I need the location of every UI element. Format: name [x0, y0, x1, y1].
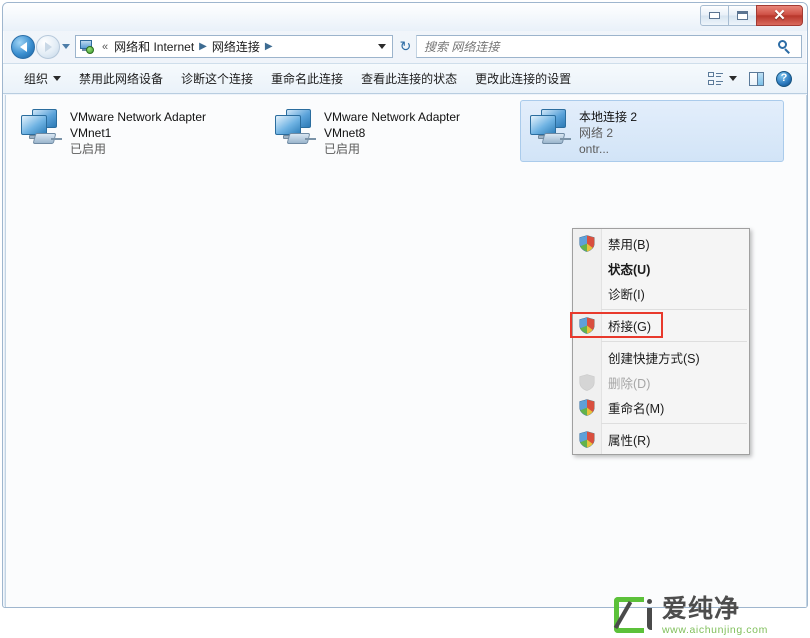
- menu-item-label: 桥接(G): [608, 320, 652, 334]
- toolbar-item-rename[interactable]: 重命名此连接: [262, 66, 352, 91]
- address-dropdown-icon[interactable]: [378, 44, 386, 49]
- watermark-url: www.aichunjing.com: [662, 623, 768, 636]
- network-adapter-icon: [527, 107, 573, 147]
- address-bar[interactable]: « 网络和 Internet ▶ 网络连接 ▶: [75, 35, 393, 58]
- help-button[interactable]: ?: [771, 68, 797, 90]
- menu-item-label: 创建快捷方式(S): [608, 352, 700, 366]
- explorer-window: ✕ « 网络和 Internet ▶ 网络连接 ▶ ↻ 搜索 网络连接 组织 禁…: [2, 2, 808, 608]
- watermark: 爱纯净 www.aichunjing.com: [613, 594, 804, 638]
- shield-icon: [579, 399, 595, 416]
- refresh-button[interactable]: ↻: [396, 37, 415, 56]
- connection-name-line2: VMnet1: [70, 126, 112, 140]
- toolbar-item-view-status[interactable]: 查看此连接的状态: [352, 66, 466, 91]
- search-input[interactable]: [417, 38, 766, 55]
- toolbar-label: 查看此连接的状态: [361, 72, 458, 86]
- menu-item-label: 禁用(B): [608, 238, 650, 252]
- context-menu[interactable]: 禁用(B) 状态(U) 诊断(I) 桥接(G) 创建快捷方式(S) 删除(D) …: [572, 228, 750, 455]
- connection-name: VMware Network Adapter: [70, 110, 207, 124]
- toolbar-item-change-settings[interactable]: 更改此连接的设置: [466, 66, 580, 91]
- toolbar-right-group: ?: [703, 68, 807, 90]
- list-item-text: 本地连接 2 网络 2 ontr...: [579, 107, 637, 157]
- refresh-icon: ↻: [399, 38, 412, 54]
- arrow-left-icon: [19, 42, 27, 52]
- help-icon: ?: [776, 70, 792, 87]
- breadcrumb-chevron-icon[interactable]: ▶: [265, 41, 273, 52]
- menu-item-properties[interactable]: 属性(R): [573, 427, 749, 452]
- toolbar-label: 重命名此连接: [271, 72, 344, 86]
- chevron-down-icon[interactable]: [62, 44, 70, 49]
- toolbar-label: 诊断这个连接: [181, 72, 254, 86]
- connections-list: VMware Network Adapter VMnet1 已启用 VMware…: [5, 95, 807, 607]
- menu-separator: [601, 423, 747, 424]
- connection-detail: ontr...: [579, 142, 610, 156]
- menu-item-status[interactable]: 状态(U): [573, 256, 749, 281]
- connection-status: 网络 2: [579, 126, 614, 140]
- breadcrumb-item-network-connections[interactable]: 网络连接: [210, 37, 262, 56]
- breadcrumb-item-network-internet[interactable]: 网络和 Internet: [112, 37, 196, 56]
- toolbar-label: 组织: [24, 72, 49, 86]
- network-icon: [79, 39, 95, 55]
- command-toolbar: 组织 禁用此网络设备 诊断这个连接 重命名此连接 查看此连接的状态 更改此连接的…: [3, 63, 807, 94]
- search-icon[interactable]: [778, 39, 792, 54]
- preview-pane-button[interactable]: [744, 69, 769, 89]
- view-options-icon: [708, 71, 723, 86]
- connection-name: 本地连接 2: [579, 110, 638, 124]
- menu-item-disable[interactable]: 禁用(B): [573, 231, 749, 256]
- connection-status: 已启用: [324, 142, 361, 156]
- connection-name-line2: VMnet8: [324, 126, 366, 140]
- preview-pane-icon: [749, 71, 764, 86]
- toolbar-item-disable-device[interactable]: 禁用此网络设备: [70, 66, 172, 91]
- menu-item-label: 重命名(M): [608, 402, 665, 416]
- search-box[interactable]: [416, 35, 802, 58]
- menu-item-diagnose[interactable]: 诊断(I): [573, 281, 749, 306]
- list-item-selected[interactable]: 本地连接 2 网络 2 ontr...: [520, 100, 784, 162]
- maximize-button[interactable]: [728, 5, 757, 26]
- title-bar: ✕: [3, 3, 807, 31]
- menu-item-rename[interactable]: 重命名(M): [573, 395, 749, 420]
- close-icon: ✕: [773, 7, 786, 24]
- connection-status: 已启用: [70, 142, 107, 156]
- address-row: « 网络和 Internet ▶ 网络连接 ▶ ↻: [3, 31, 807, 63]
- minimize-button[interactable]: [700, 5, 729, 26]
- close-button[interactable]: ✕: [756, 5, 803, 26]
- toolbar-label: 禁用此网络设备: [79, 72, 164, 86]
- menu-item-label: 删除(D): [608, 377, 651, 391]
- toolbar-item-organize[interactable]: 组织: [15, 66, 70, 91]
- breadcrumb-chevron-icon[interactable]: ▶: [199, 41, 207, 52]
- toolbar-item-diagnose[interactable]: 诊断这个连接: [172, 66, 262, 91]
- shield-icon: [579, 317, 595, 334]
- menu-item-bridge[interactable]: 桥接(G): [573, 313, 749, 338]
- toolbar-label: 更改此连接的设置: [475, 72, 572, 86]
- arrow-right-icon: [44, 42, 52, 52]
- chevron-down-icon: [729, 76, 737, 81]
- menu-item-delete: 删除(D): [573, 370, 749, 395]
- network-adapter-icon: [272, 107, 318, 147]
- shield-icon: [579, 235, 595, 252]
- change-view-button[interactable]: [703, 69, 742, 89]
- breadcrumb-overflow[interactable]: «: [102, 41, 108, 53]
- menu-item-label: 属性(R): [608, 434, 651, 448]
- list-item-text: VMware Network Adapter VMnet8 已启用: [324, 107, 460, 157]
- menu-item-create-shortcut[interactable]: 创建快捷方式(S): [573, 345, 749, 370]
- network-adapter-icon: [18, 107, 64, 147]
- back-button[interactable]: [11, 35, 35, 59]
- maximize-icon: [737, 11, 748, 20]
- window-controls: ✕: [700, 5, 803, 26]
- watermark-brand: 爱纯净: [662, 594, 741, 623]
- watermark-text: 爱纯净 www.aichunjing.com: [662, 594, 768, 636]
- menu-separator: [601, 309, 747, 310]
- list-item-text: VMware Network Adapter VMnet1 已启用: [70, 107, 206, 157]
- forward-button[interactable]: [36, 35, 60, 59]
- shield-icon: [579, 374, 595, 391]
- menu-item-label: 诊断(I): [608, 288, 645, 302]
- minimize-icon: [709, 12, 720, 19]
- menu-item-label: 状态(U): [608, 263, 651, 277]
- connection-name: VMware Network Adapter: [324, 110, 461, 124]
- list-item[interactable]: VMware Network Adapter VMnet8 已启用: [266, 101, 524, 157]
- chevron-down-icon: [53, 76, 62, 81]
- list-item[interactable]: VMware Network Adapter VMnet1 已启用: [12, 101, 270, 157]
- aichunjing-logo-icon: [613, 596, 654, 636]
- menu-separator: [601, 341, 747, 342]
- shield-icon: [579, 431, 595, 448]
